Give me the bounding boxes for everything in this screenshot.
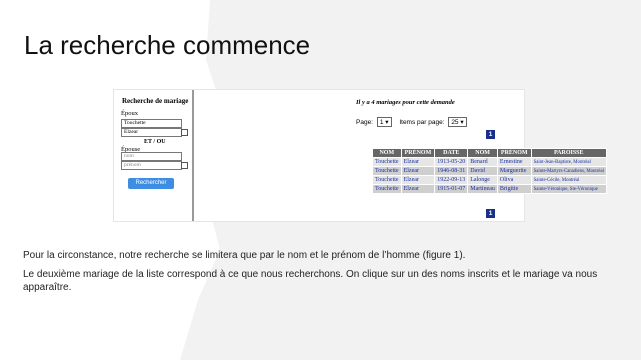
- table-row[interactable]: Touchette Elzear 1913-05-20 Benard Ernes…: [372, 157, 607, 167]
- chevron-down-icon: ▾: [460, 119, 464, 126]
- results-table: NOM PRÉNOM DATE NOM PRÉNOM PAROISSE Touc…: [372, 148, 607, 194]
- slide-title: La recherche commence: [24, 30, 311, 60]
- page-select-value: 1: [379, 119, 384, 126]
- page-link-bottom[interactable]: 1: [486, 209, 495, 218]
- cell-nom-epouse[interactable]: Martineau: [467, 184, 498, 194]
- epoux-prenom-field[interactable]: Elzear: [121, 128, 182, 137]
- paragraph-2: Le deuxième mariage de la liste correspo…: [23, 269, 598, 293]
- epouse-nom-field[interactable]: nom: [121, 152, 182, 161]
- results-count: Il y a 4 mariages pour cette demande: [356, 99, 455, 106]
- cell-prenom-epoux[interactable]: Elzear: [400, 157, 436, 167]
- epoux-label: Époux: [121, 110, 138, 117]
- items-per-page-label: Items par page:: [399, 119, 445, 126]
- results-panel: Il y a 4 mariages pour cette demande Pag…: [196, 90, 607, 221]
- page-link-top[interactable]: 1: [486, 130, 495, 139]
- page-label: Page:: [356, 119, 373, 126]
- epoux-nom-field[interactable]: Touchette: [121, 119, 182, 128]
- cell-date: 1915-01-07: [434, 184, 469, 194]
- table-row[interactable]: Touchette Elzear 1922-09-13 Lalonge Oliv…: [372, 175, 607, 185]
- items-per-page-select[interactable]: 25 ▾: [448, 117, 467, 127]
- header-paroisse: PAROISSE: [530, 148, 607, 158]
- cell-nom-epoux[interactable]: Touchette: [372, 166, 402, 176]
- cell-nom-epoux[interactable]: Touchette: [372, 157, 402, 167]
- chevron-down-icon: ▾: [385, 119, 389, 126]
- epouse-checkbox[interactable]: [181, 162, 188, 169]
- et-ou-label: ET / OU: [144, 139, 166, 145]
- table-header-row: NOM PRÉNOM DATE NOM PRÉNOM PAROISSE: [372, 148, 607, 158]
- screenshot-figure: Recherche de mariage Époux Touchette Elz…: [113, 89, 607, 222]
- cell-date: 1922-09-13: [434, 175, 469, 185]
- search-panel-title: Recherche de mariage: [122, 97, 189, 105]
- epouse-prenom-field[interactable]: prénom: [121, 161, 182, 170]
- header-prenom-epoux: PRÉNOM: [400, 148, 436, 158]
- header-nom-epoux: NOM: [372, 148, 402, 158]
- table-row[interactable]: Touchette Elzear 1915-01-07 Martineau Br…: [372, 184, 607, 194]
- epoux-checkbox[interactable]: [181, 129, 188, 136]
- cell-nom-epouse[interactable]: Benard: [467, 157, 498, 167]
- cell-paroisse: Sainte-Cécile, Montréal: [530, 175, 607, 185]
- cell-paroisse: Saint-Jean-Baptiste, Montréal: [530, 157, 607, 167]
- cell-nom-epouse[interactable]: Lalonge: [467, 175, 498, 185]
- cell-paroisse: Sainte-Véronique, Ste-Véronique: [530, 184, 607, 194]
- cell-nom-epoux[interactable]: Touchette: [372, 175, 402, 185]
- cell-paroisse: Sainte-Martyrs-Canadiens, Montréal: [530, 166, 607, 176]
- cell-prenom-epouse[interactable]: Marguerite: [496, 166, 532, 176]
- cell-nom-epouse[interactable]: David: [467, 166, 498, 176]
- header-nom-epouse: NOM: [467, 148, 498, 158]
- search-button[interactable]: Rechercher: [128, 178, 174, 189]
- cell-prenom-epouse[interactable]: Ernestine: [496, 157, 532, 167]
- paragraph-1: Pour la circonstance, notre recherche se…: [23, 250, 466, 261]
- cell-prenom-epouse[interactable]: Brigitte: [496, 184, 532, 194]
- pager-controls: Page: 1 ▾ Items par page: 25 ▾: [356, 117, 473, 127]
- header-prenom-epouse: PRÉNOM: [496, 148, 532, 158]
- cell-prenom-epouse[interactable]: Oliva: [496, 175, 532, 185]
- header-date: DATE: [434, 148, 469, 158]
- cell-nom-epoux[interactable]: Touchette: [372, 184, 402, 194]
- items-select-value: 25: [451, 119, 459, 126]
- cell-date: 1913-05-20: [434, 157, 469, 167]
- cell-date: 1946-08-31: [434, 166, 469, 176]
- page-select[interactable]: 1 ▾: [376, 117, 392, 127]
- cell-prenom-epoux[interactable]: Elzear: [400, 175, 436, 185]
- table-row[interactable]: Touchette Elzear 1946-08-31 David Margue…: [372, 166, 607, 176]
- cell-prenom-epoux[interactable]: Elzear: [400, 166, 436, 176]
- search-panel: Recherche de mariage Époux Touchette Elz…: [114, 90, 194, 221]
- cell-prenom-epoux[interactable]: Elzear: [400, 184, 436, 194]
